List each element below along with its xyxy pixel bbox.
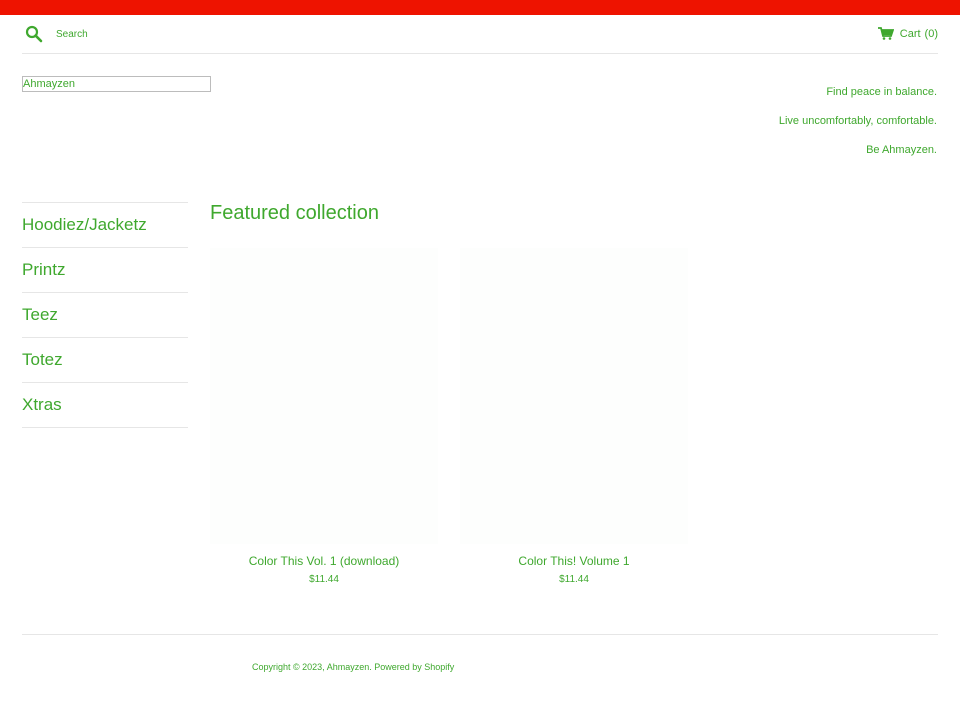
copyright: Copyright © 2023, Ahmayzen. Powered by S…: [252, 662, 454, 672]
tagline-1: Find peace in balance.: [826, 86, 937, 98]
product-card: Color This Vol. 1 (download) $11.44: [210, 248, 438, 585]
sidebar-item-totez[interactable]: Totez: [22, 338, 188, 383]
tagline-3: Be Ahmayzen.: [866, 144, 937, 156]
sidebar-item-teez[interactable]: Teez: [22, 293, 188, 338]
product-title[interactable]: Color This! Volume 1: [460, 554, 688, 568]
sidebar-item-xtras[interactable]: Xtras: [22, 383, 188, 428]
tagline-2: Live uncomfortably, comfortable.: [778, 115, 937, 127]
footer-store-link[interactable]: Ahmayzen: [327, 662, 370, 672]
cart-count: (0): [924, 27, 938, 40]
sidebar-item-hoodiez-jacketz[interactable]: Hoodiez/Jacketz: [22, 203, 188, 248]
cart-link[interactable]: Cart (0): [877, 27, 938, 40]
product-price: $11.44: [309, 574, 339, 585]
search-icon[interactable]: [25, 25, 43, 43]
footer-divider: [22, 634, 938, 635]
site-header: Cart (0): [22, 15, 938, 54]
section-title: Featured collection: [210, 202, 379, 224]
cart-icon: [877, 27, 894, 40]
product-image[interactable]: [460, 248, 688, 544]
sidebar-nav: Hoodiez/Jacketz Printz Teez Totez Xtras: [22, 202, 188, 428]
cart-label: Cart: [899, 27, 921, 40]
copyright-prefix: Copyright © 2023,: [252, 662, 327, 672]
announcement-bar: [0, 0, 960, 15]
sidebar-item-printz[interactable]: Printz: [22, 248, 188, 293]
search-input[interactable]: [56, 26, 256, 42]
product-price: $11.44: [559, 574, 589, 585]
site-logo[interactable]: Ahmayzen: [22, 76, 211, 92]
product-card: Color This! Volume 1 $11.44: [460, 248, 688, 585]
product-title[interactable]: Color This Vol. 1 (download): [210, 554, 438, 568]
product-image[interactable]: [210, 248, 438, 544]
powered-by-link[interactable]: Powered by Shopify: [374, 662, 454, 672]
